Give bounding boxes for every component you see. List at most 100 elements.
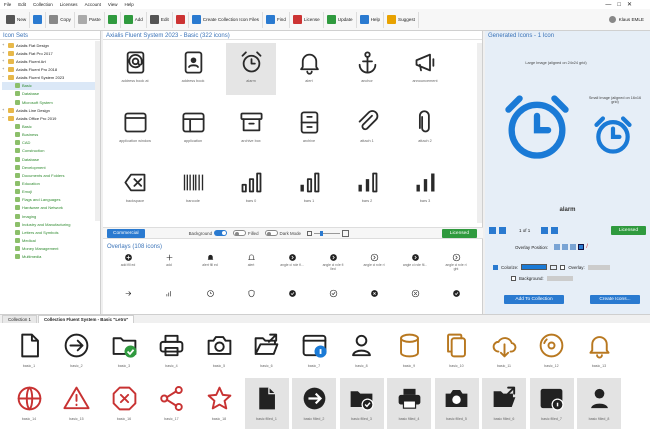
overlay-cell[interactable]: angle ci rcle fil... [402,253,428,283]
icon-cell[interactable]: address book [168,43,218,95]
collection-icon-cell[interactable]: basic_10 [435,325,479,376]
collapse-icon[interactable]: − [2,115,7,121]
tree-item[interactable]: Business [2,131,100,139]
tree-item[interactable]: + Axialis Line Design [2,106,100,114]
filled-switch[interactable] [233,230,247,236]
collection-icon-cell[interactable]: basic_17 [150,378,194,429]
icon-cell[interactable]: backspace [110,163,160,215]
menu-edit[interactable]: Edit [18,2,26,7]
expand-icon[interactable]: + [2,42,7,48]
collection-icon-cell[interactable]: basic_8 [340,325,384,376]
collection-icon-cell[interactable]: basic_18 [197,378,241,429]
license-button[interactable]: License [290,11,324,28]
tree-item[interactable]: Basic [2,81,100,90]
delete-button[interactable] [173,11,189,28]
next-icon[interactable] [541,226,549,234]
position-bottomright-icon[interactable] [578,244,585,250]
undo-button[interactable] [105,11,121,28]
background-switch[interactable] [214,230,228,236]
tree-item[interactable]: Hardware and Network [2,204,100,212]
expand-icon[interactable]: + [2,66,7,72]
copy-button[interactable]: Copy [46,11,75,28]
tree-item[interactable]: − Axialis Fluent System 2023 [2,74,100,82]
overlay-cell[interactable]: angle ci rcle fi lled [320,253,346,283]
icon-grid-scrollbar[interactable] [477,43,482,223]
collection-icon-cell[interactable]: basic_12 [530,325,574,376]
collection-icon-cell[interactable]: basic_4 [150,325,194,376]
alarm-large-icon[interactable] [499,89,575,165]
update-button[interactable]: Update [324,11,357,28]
edit-button[interactable]: Edit [147,11,173,28]
overlay-cell[interactable]: alert [238,253,264,283]
dark-mode-toggle[interactable]: Dark Mode [264,230,301,236]
overlay-cell[interactable]: add fill ed [115,253,141,283]
filled-toggle[interactable]: Filled [233,230,259,236]
collection-icon-cell[interactable]: basic_13 [577,325,621,376]
icon-cell[interactable]: bars 1 [284,163,334,215]
collection-icon-cell[interactable]: basic_15 [55,378,99,429]
slider-thumb[interactable] [320,230,324,236]
collection-icon-cell[interactable]: basic filled_7 [529,378,574,429]
icon-cell[interactable]: application window [110,103,160,155]
tree-item[interactable]: Database [2,155,100,163]
position-bottomleft-icon[interactable] [570,244,577,250]
tree-item[interactable]: Industry and Manufacturing [2,220,100,228]
icon-cell[interactable]: anchor [342,43,392,95]
position-topright-icon[interactable] [562,244,569,250]
menu-collection[interactable]: Collection [33,2,53,7]
overlay-cell[interactable]: angle ci rcle ri ght [443,253,469,283]
suggest-button[interactable]: Suggest [384,11,419,28]
collection-icon-cell[interactable]: basic_14 [7,378,51,429]
create-icons-button[interactable]: Create Icons... [590,295,640,304]
collection-tab[interactable]: Collection 1 [2,315,37,323]
close-button[interactable]: ✕ [627,1,632,8]
tree-item[interactable]: Money Management [2,245,100,253]
overlay-cell[interactable]: angle ci rcle fi... [279,253,305,283]
dark-mode-switch[interactable] [264,230,278,236]
icon-cell[interactable]: attach 2 [400,103,450,155]
collection-tab[interactable]: Collection Fluent System - Basic "Letro" [37,315,135,323]
last-icon[interactable] [551,226,559,234]
tree-item[interactable]: + Axialis Fluent Art [2,57,100,65]
collection-icon-cell[interactable]: basic filled_5 [434,378,479,429]
overlay-cell[interactable]: add [156,253,182,283]
background-swatch[interactable] [546,276,573,281]
menu-file[interactable]: File [4,2,11,7]
icon-cell[interactable]: barcode [168,163,218,215]
tree-item[interactable]: Construction [2,147,100,155]
tree-item[interactable]: Multimedia [2,253,100,261]
help-button[interactable]: Help [357,11,385,28]
background-toggle[interactable]: Background [189,230,228,236]
icon-cell[interactable]: bars 3 [400,163,450,215]
tree-item[interactable]: CAD [2,139,100,147]
alarm-small-icon[interactable] [591,113,635,157]
colorize-checkbox[interactable] [493,264,498,270]
add-to-collection-button[interactable]: Add To Collection [504,295,564,304]
new-file-button[interactable]: New [3,11,31,28]
icon-cell[interactable]: attach 1 [342,103,392,155]
overlay-cell[interactable]: angle ci rcle ri [361,253,387,283]
tree-item[interactable]: Flags and Languages [2,196,100,204]
tree-item[interactable]: Imaging [2,212,100,220]
background-checkbox[interactable] [511,276,516,281]
minimize-button[interactable]: — [605,2,611,8]
maximize-button[interactable]: □ [617,2,621,8]
collection-icon-cell[interactable]: basic_5 [197,325,241,376]
icon-cell[interactable]: alert [284,43,334,95]
collapse-icon[interactable]: − [2,75,7,80]
icon-cell[interactable]: address book at [110,43,160,95]
menu-licenses[interactable]: Licenses [60,2,78,7]
tree-item[interactable]: Documents and Folders [2,171,100,179]
prev-icon[interactable] [499,226,506,234]
collection-icon-cell[interactable]: basic filled_8 [577,378,621,429]
overlay-swatch[interactable] [587,264,610,270]
color-picker-icon[interactable] [550,264,558,270]
tree-item[interactable]: Database [2,90,100,98]
collection-icon-cell[interactable]: basic filled_3 [339,378,384,429]
add-button[interactable]: Add [121,11,147,28]
collection-icon-cell[interactable]: basic_11 [482,325,526,376]
menu-account[interactable]: Account [85,2,101,7]
tree-item[interactable]: Basic [2,122,100,130]
tree-item[interactable]: Education [2,179,100,187]
tree-item[interactable]: Letters and Symbols [2,228,100,236]
